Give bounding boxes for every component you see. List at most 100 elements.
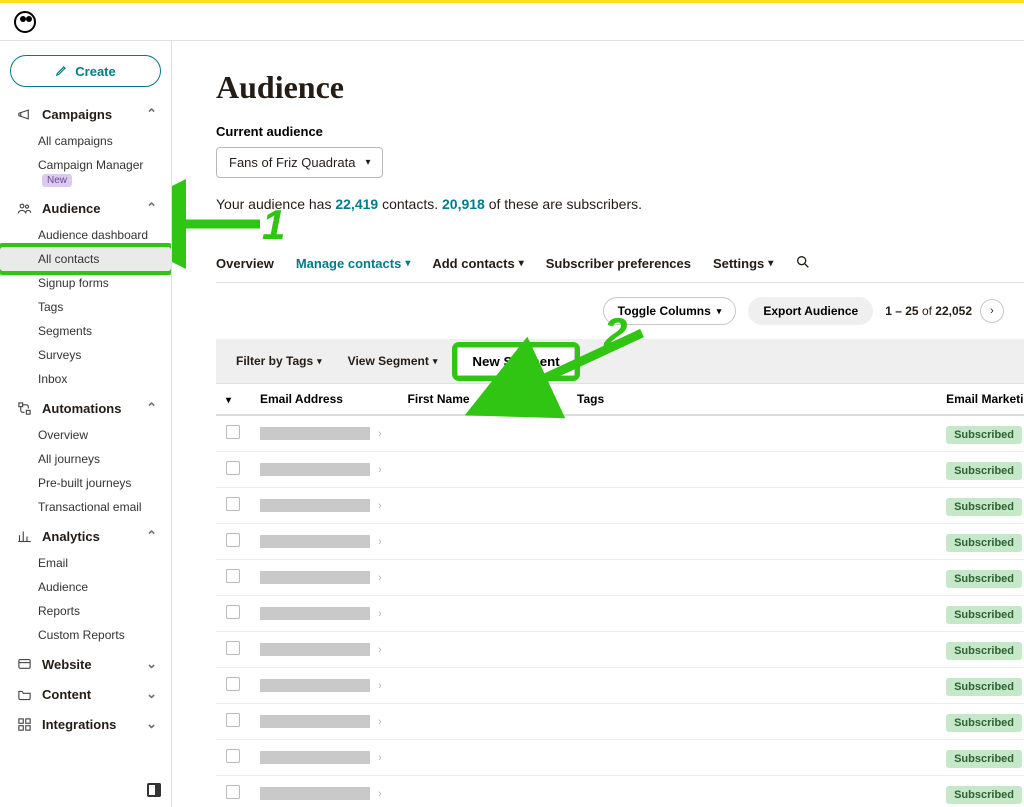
filter-by-tags[interactable]: Filter by Tags▾ bbox=[230, 348, 328, 374]
sidebar-item-tags[interactable]: Tags bbox=[0, 295, 171, 319]
table-row[interactable]: ›SubscribedPico bbox=[216, 415, 1024, 452]
col-tags[interactable]: Tags bbox=[567, 384, 616, 415]
tab-label: Manage contacts bbox=[296, 256, 401, 271]
email-cell: › bbox=[260, 499, 388, 512]
tab-add-contacts[interactable]: Add contacts▾ bbox=[432, 256, 523, 271]
email-cell: › bbox=[260, 679, 388, 692]
row-checkbox[interactable] bbox=[226, 533, 240, 547]
sidebar-label: Automations bbox=[42, 401, 121, 416]
sidebar-item-integrations[interactable]: Integrations ⌄ bbox=[0, 709, 171, 739]
row-checkbox[interactable] bbox=[226, 677, 240, 691]
row-checkbox[interactable] bbox=[226, 785, 240, 799]
col-last-name[interactable]: Last Name bbox=[483, 384, 567, 415]
search-icon[interactable] bbox=[795, 254, 811, 273]
sidebar-item-all-contacts[interactable]: All contacts bbox=[0, 247, 171, 271]
sidebar-item-all-journeys[interactable]: All journeys bbox=[0, 447, 171, 471]
table-row[interactable]: ›SubscribedPico bbox=[216, 740, 1024, 776]
row-checkbox[interactable] bbox=[226, 425, 240, 439]
col-email-marketing[interactable]: Email Marketing bbox=[936, 384, 1024, 415]
bar-chart-icon bbox=[16, 528, 32, 544]
filter-bar: Filter by Tags▾ View Segment▾ New Segmen… bbox=[216, 339, 1024, 383]
sidebar-item-analytics[interactable]: Analytics ⌃ bbox=[0, 521, 171, 551]
row-checkbox[interactable] bbox=[226, 569, 240, 583]
status-badge: Subscribed bbox=[946, 786, 1022, 804]
col-first-name[interactable]: First Name bbox=[398, 384, 483, 415]
row-checkbox[interactable] bbox=[226, 605, 240, 619]
sidebar-item-analytics-audience[interactable]: Audience bbox=[0, 575, 171, 599]
table-row[interactable]: ›SubscribedPico bbox=[216, 632, 1024, 668]
row-checkbox[interactable] bbox=[226, 713, 240, 727]
chevron-up-icon: ⌃ bbox=[146, 400, 157, 416]
sidebar-label: Website bbox=[42, 657, 92, 672]
sidebar-item-automations-overview[interactable]: Overview bbox=[0, 423, 171, 447]
sidebar-item-analytics-email[interactable]: Email bbox=[0, 551, 171, 575]
tab-overview[interactable]: Overview bbox=[216, 256, 274, 271]
status-badge: Subscribed bbox=[946, 426, 1022, 444]
redacted-email bbox=[260, 787, 370, 800]
row-checkbox[interactable] bbox=[226, 461, 240, 475]
export-audience-button[interactable]: Export Audience bbox=[748, 297, 873, 325]
sidebar-item-campaigns[interactable]: Campaigns ⌃ bbox=[0, 99, 171, 129]
megaphone-icon bbox=[16, 106, 32, 122]
contacts-summary: Your audience has 22,419 contacts. 20,91… bbox=[216, 196, 1024, 212]
audience-select[interactable]: Fans of Friz Quadrata ▾ bbox=[216, 147, 383, 178]
table-row[interactable]: ›SubscribedPico bbox=[216, 488, 1024, 524]
redacted-email bbox=[260, 679, 370, 692]
redacted-email bbox=[260, 751, 370, 764]
sidebar-item-all-campaigns[interactable]: All campaigns bbox=[0, 129, 171, 153]
chevron-up-icon: ⌃ bbox=[146, 106, 157, 122]
create-label: Create bbox=[75, 64, 115, 79]
col-email[interactable]: Email Address bbox=[250, 384, 398, 415]
chevron-down-icon: ▾ bbox=[768, 258, 773, 269]
sidebar-item-automations[interactable]: Automations ⌃ bbox=[0, 393, 171, 423]
label: Filter by Tags bbox=[236, 354, 313, 368]
chevron-down-icon: ⌄ bbox=[146, 656, 157, 672]
chevron-right-icon: › bbox=[378, 644, 382, 656]
sidebar-item-analytics-custom-reports[interactable]: Custom Reports bbox=[0, 623, 171, 647]
toggle-columns-button[interactable]: Toggle Columns ▾ bbox=[603, 297, 737, 325]
status-badge: Subscribed bbox=[946, 678, 1022, 696]
email-cell: › bbox=[260, 607, 388, 620]
sidebar-item-audience-dashboard[interactable]: Audience dashboard bbox=[0, 223, 171, 247]
tab-manage-contacts[interactable]: Manage contacts▾ bbox=[296, 256, 411, 271]
sidebar-item-segments[interactable]: Segments bbox=[0, 319, 171, 343]
sidebar-item-analytics-reports[interactable]: Reports bbox=[0, 599, 171, 623]
table-row[interactable]: ›SubscribedPico bbox=[216, 560, 1024, 596]
table-row[interactable]: ›SubscribedPico bbox=[216, 452, 1024, 488]
chevron-up-icon: ⌃ bbox=[146, 528, 157, 544]
tab-settings[interactable]: Settings▾ bbox=[713, 256, 773, 271]
table-row[interactable]: ›SubscribedPico bbox=[216, 668, 1024, 704]
page-title: Audience bbox=[216, 69, 1024, 106]
sidebar-item-inbox[interactable]: Inbox bbox=[0, 367, 171, 391]
chevron-down-icon: ⌄ bbox=[146, 686, 157, 702]
row-checkbox[interactable] bbox=[226, 749, 240, 763]
row-checkbox[interactable] bbox=[226, 641, 240, 655]
table-row[interactable]: ›SubscribedPico bbox=[216, 524, 1024, 560]
tab-subscriber-preferences[interactable]: Subscriber preferences bbox=[546, 256, 691, 271]
view-segment[interactable]: View Segment▾ bbox=[342, 348, 444, 374]
status-badge: Subscribed bbox=[946, 498, 1022, 516]
new-segment-button[interactable]: New Segment bbox=[457, 347, 574, 376]
sidebar-item-campaign-manager[interactable]: Campaign Manager New bbox=[0, 153, 171, 191]
table-row[interactable]: ›SubscribedPico bbox=[216, 596, 1024, 632]
table-row[interactable]: ›SubscribedPico bbox=[216, 776, 1024, 807]
sidebar-item-prebuilt-journeys[interactable]: Pre-built journeys bbox=[0, 471, 171, 495]
collapse-sidebar-icon[interactable] bbox=[147, 783, 161, 797]
row-checkbox[interactable] bbox=[226, 497, 240, 511]
email-cell: › bbox=[260, 751, 388, 764]
sidebar-item-audience[interactable]: Audience ⌃ bbox=[0, 193, 171, 223]
sidebar-item-surveys[interactable]: Surveys bbox=[0, 343, 171, 367]
sidebar-item-transactional-email[interactable]: Transactional email bbox=[0, 495, 171, 519]
chevron-down-icon[interactable]: ▾ bbox=[226, 395, 231, 406]
globe-icon bbox=[16, 656, 32, 672]
sidebar-item-signup-forms[interactable]: Signup forms bbox=[0, 271, 171, 295]
sidebar-item-content[interactable]: Content ⌄ bbox=[0, 679, 171, 709]
chevron-right-icon: › bbox=[378, 572, 382, 584]
subscribers-count: 20,918 bbox=[442, 196, 485, 212]
sidebar: Create Campaigns ⌃ All campaigns Campaig… bbox=[0, 41, 172, 807]
chevron-down-icon: ⌄ bbox=[146, 716, 157, 732]
sidebar-item-website[interactable]: Website ⌄ bbox=[0, 649, 171, 679]
pager-next-button[interactable]: › bbox=[980, 299, 1004, 323]
create-button[interactable]: Create bbox=[10, 55, 161, 87]
table-row[interactable]: ›SubscribedList Im bbox=[216, 704, 1024, 740]
